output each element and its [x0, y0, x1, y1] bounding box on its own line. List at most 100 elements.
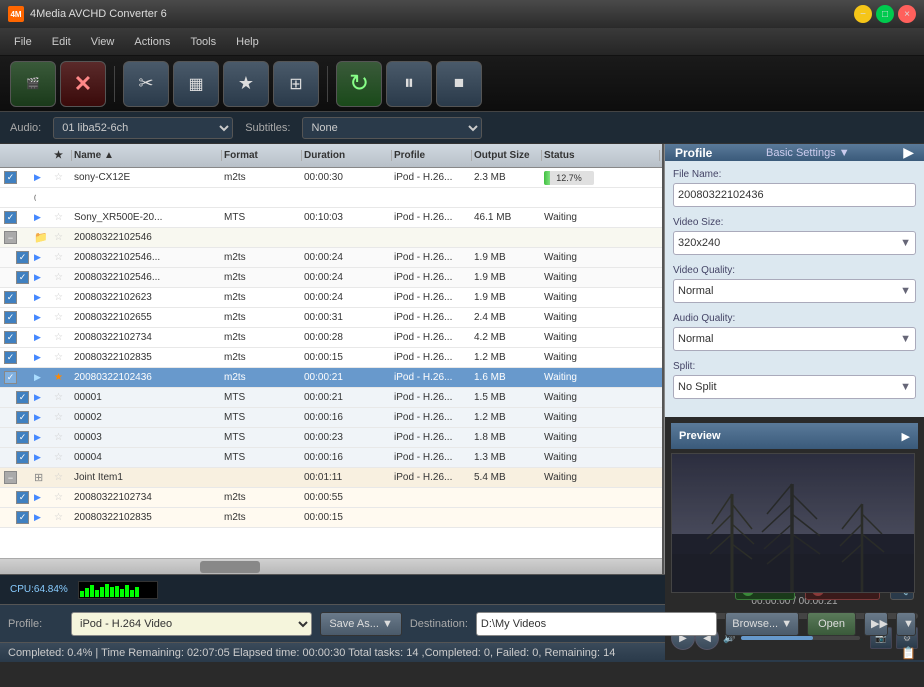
row-check[interactable]: ✓ [2, 431, 32, 444]
checkbox[interactable]: ✓ [16, 451, 29, 464]
watermark-button[interactable]: ★ [223, 61, 269, 107]
checkbox[interactable]: ✓ [16, 431, 29, 444]
save-as-button[interactable]: Save As... ▼ [320, 612, 401, 636]
clip-button[interactable]: ✂ [123, 61, 169, 107]
table-row-folder[interactable]: − 📁 ☆ 20080322102546 [0, 228, 662, 248]
pause-button[interactable]: ⏸ [386, 61, 432, 107]
join-button[interactable]: ⊞ [273, 61, 319, 107]
checkbox[interactable]: ✓ [4, 291, 17, 304]
row-check[interactable]: ✓ [2, 371, 32, 384]
checkbox[interactable]: ✓ [16, 491, 29, 504]
row-check[interactable]: ✓ [2, 451, 32, 464]
row-star[interactable]: ☆ [52, 392, 72, 403]
forward-button[interactable]: ▶▶ [864, 612, 888, 636]
table-body[interactable]: ✓ ▶ ☆ sony-CX12E m2ts 00:00:30 iPod - H.… [0, 168, 662, 558]
video-size-select[interactable]: 320x240 ▼ [673, 231, 916, 255]
horizontal-scrollbar[interactable] [0, 558, 662, 574]
checkbox[interactable]: ✓ [16, 251, 29, 264]
row-star[interactable]: ☆ [52, 292, 72, 303]
row-star[interactable]: ☆ [52, 412, 72, 423]
row-star[interactable]: ☆ [52, 512, 72, 523]
table-row[interactable]: ✓ ▶ ☆ 00004 MTS 00:00:16 iPod - H.26... … [0, 448, 662, 468]
row-star[interactable]: ★ [52, 372, 72, 383]
col-output-size[interactable]: Output Size [472, 150, 542, 161]
checkbox-minus[interactable]: − [4, 231, 17, 244]
row-star[interactable]: ☆ [52, 232, 72, 243]
row-check[interactable]: ✓ [2, 311, 32, 324]
col-duration[interactable]: Duration [302, 150, 392, 161]
row-check[interactable]: ✓ [2, 351, 32, 364]
table-row[interactable]: ✓ ▶ ☆ sony-CX12E m2ts 00:00:30 iPod - H.… [0, 168, 662, 188]
checkbox[interactable]: ✓ [4, 211, 17, 224]
row-star[interactable]: ☆ [52, 352, 72, 363]
row-check[interactable]: ✓ [2, 411, 32, 424]
col-status[interactable]: Status [542, 150, 660, 161]
checkbox[interactable]: ✓ [4, 311, 17, 324]
row-star[interactable]: ☆ [52, 272, 72, 283]
table-row-joint[interactable]: − ⊞ ☆ Joint Item1 00:01:11 iPod - H.26..… [0, 468, 662, 488]
effect-button[interactable]: ▦ [173, 61, 219, 107]
basic-settings-button[interactable]: Basic Settings ▼ [766, 147, 850, 159]
table-row[interactable]: ✓ ▶ ☆ 20080322102734 m2ts 00:00:28 iPod … [0, 328, 662, 348]
table-row[interactable]: ✓ ▶ ☆ 20080322102546... m2ts 00:00:24 iP… [0, 268, 662, 288]
table-row[interactable]: ✓ ▶ ☆ Sony_XR500E-20... MTS 00:10:03 iPo… [0, 208, 662, 228]
col-profile[interactable]: Profile [392, 150, 472, 161]
row-check[interactable]: ✓ [2, 251, 32, 264]
checkbox[interactable]: ✓ [4, 371, 17, 384]
scrollbar-thumb[interactable] [200, 561, 260, 573]
menu-file[interactable]: File [4, 32, 42, 52]
checkbox[interactable]: ✓ [4, 331, 17, 344]
row-star[interactable]: ☆ [52, 212, 72, 223]
row-star[interactable]: ☆ [52, 252, 72, 263]
destination-input[interactable] [476, 612, 717, 636]
table-row[interactable]: ✓ ▶ ☆ 20080322102835 m2ts 00:00:15 iPod … [0, 348, 662, 368]
row-star[interactable]: ☆ [52, 492, 72, 503]
menu-actions[interactable]: Actions [124, 32, 180, 52]
row-check[interactable]: − [2, 231, 32, 244]
stop-button[interactable]: ⏹ [436, 61, 482, 107]
table-row[interactable]: ✓ ▶ ☆ 00001 MTS 00:00:21 iPod - H.26... … [0, 388, 662, 408]
row-check[interactable]: − [2, 471, 32, 484]
row-star[interactable]: ☆ [52, 312, 72, 323]
open-button[interactable]: Open [807, 612, 856, 636]
split-select[interactable]: No Split ▼ [673, 375, 916, 399]
row-star[interactable]: ☆ [52, 472, 72, 483]
checkbox[interactable]: ✓ [16, 411, 29, 424]
checkbox[interactable]: ✓ [16, 511, 29, 524]
checkbox[interactable]: ✓ [16, 271, 29, 284]
audio-quality-select[interactable]: Normal ▼ [673, 327, 916, 351]
menu-help[interactable]: Help [226, 32, 269, 52]
audio-select[interactable]: 01 liba52-6ch [53, 117, 233, 139]
row-star[interactable]: ☆ [52, 332, 72, 343]
file-name-input[interactable] [673, 183, 916, 207]
profile-panel-expand-icon[interactable]: ▶ [903, 144, 914, 161]
menu-tools[interactable]: Tools [180, 32, 226, 52]
checkbox[interactable]: ✓ [4, 171, 17, 184]
table-row[interactable]: ✓ ▶ ☆ 20080322102734 m2ts 00:00:55 [0, 488, 662, 508]
checkbox[interactable]: ✓ [4, 351, 17, 364]
close-button[interactable]: × [898, 5, 916, 23]
dropdown-button[interactable]: ▼ [896, 612, 916, 636]
row-check[interactable]: ✓ [2, 271, 32, 284]
table-row[interactable]: ✓ ▶ ☆ 20080322102546... m2ts 00:00:24 iP… [0, 248, 662, 268]
video-quality-select[interactable]: Normal ▼ [673, 279, 916, 303]
add-video-button[interactable]: 🎬 [10, 61, 56, 107]
volume-slider[interactable] [741, 636, 860, 640]
subtitles-select[interactable]: None [302, 117, 482, 139]
maximize-button[interactable]: □ [876, 5, 894, 23]
menu-view[interactable]: View [81, 32, 125, 52]
table-row[interactable]: ✓ ▶ ☆ 00003 MTS 00:00:23 iPod - H.26... … [0, 428, 662, 448]
table-row[interactable]: ✓ ▶ ☆ 00002 MTS 00:00:16 iPod - H.26... … [0, 408, 662, 428]
menu-edit[interactable]: Edit [42, 32, 81, 52]
checkbox[interactable]: ✓ [16, 391, 29, 404]
row-check[interactable]: ✓ [2, 491, 32, 504]
row-star[interactable]: ☆ [52, 172, 72, 183]
row-check[interactable]: ✓ [2, 171, 32, 184]
checkbox-minus[interactable]: − [4, 471, 17, 484]
col-format[interactable]: Format [222, 150, 302, 161]
profile-dropdown[interactable]: iPod - H.264 Video [71, 612, 312, 636]
delete-button[interactable]: ✕ [60, 61, 106, 107]
row-check[interactable]: ✓ [2, 291, 32, 304]
table-row[interactable]: ✓ ▶ ☆ 20080322102623 m2ts 00:00:24 iPod … [0, 288, 662, 308]
table-row[interactable]: ✓ ▶ ☆ 20080322102835 m2ts 00:00:15 [0, 508, 662, 528]
